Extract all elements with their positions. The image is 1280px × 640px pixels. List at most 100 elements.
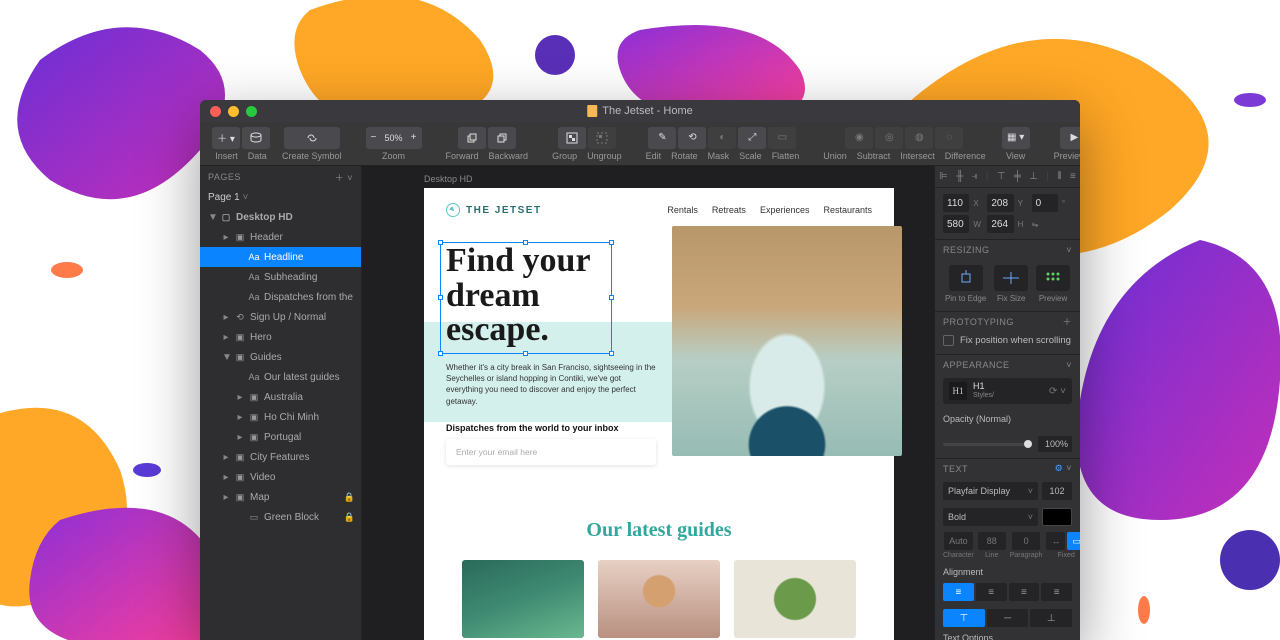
- layer-row[interactable]: ▸▣Map🔒: [200, 487, 361, 507]
- backward-button[interactable]: [488, 127, 516, 149]
- pin-to-edge-button[interactable]: [949, 265, 983, 291]
- zoom-control[interactable]: −50%+: [366, 127, 422, 149]
- titlebar[interactable]: The Jetset - Home: [200, 100, 1080, 122]
- flip-icon[interactable]: ⇋: [1032, 220, 1042, 229]
- pages-header: PAGES ＋ ˅: [200, 166, 361, 188]
- chevron-down-icon[interactable]: ˅: [1066, 245, 1072, 255]
- align-right-icon[interactable]: ⫣: [972, 171, 978, 182]
- align-left-button[interactable]: ≡: [943, 583, 974, 601]
- rect-icon: ▭: [248, 512, 260, 523]
- layer-row[interactable]: ▼▢Desktop HD: [200, 207, 361, 227]
- layer-label: Header: [250, 232, 283, 243]
- scale-button[interactable]: ⤢: [738, 127, 766, 149]
- artboard-icon: ▢: [220, 212, 232, 223]
- y-input[interactable]: [987, 194, 1013, 212]
- view-button[interactable]: ▦ ▾: [1002, 127, 1030, 149]
- folder-icon: ▣: [248, 392, 260, 403]
- preview-button[interactable]: ▶: [1060, 127, 1080, 149]
- rotation-input[interactable]: [1032, 194, 1058, 212]
- artboard-label[interactable]: Desktop HD: [424, 174, 473, 184]
- resize-preview-button[interactable]: [1036, 265, 1070, 291]
- artboard[interactable]: THE JETSET Rentals Retreats Experiences …: [424, 188, 894, 640]
- align-h-center-icon[interactable]: ╫: [956, 171, 963, 182]
- align-justify-button[interactable]: ≡: [1041, 583, 1072, 601]
- align-v-center-icon[interactable]: ╪: [1014, 171, 1021, 182]
- folder-icon: ▣: [234, 472, 246, 483]
- add-page-button[interactable]: ＋ ˅: [335, 171, 353, 184]
- group-button[interactable]: [558, 127, 586, 149]
- difference-button[interactable]: ◌: [935, 127, 963, 149]
- nav-link: Restaurants: [823, 205, 872, 215]
- font-picker[interactable]: Playfair Display˅: [943, 482, 1038, 500]
- subtract-button[interactable]: ◎: [875, 127, 903, 149]
- valign-middle-button[interactable]: ─: [987, 609, 1029, 627]
- auto-width-button[interactable]: ↔: [1046, 532, 1065, 550]
- gear-icon[interactable]: ⚙: [1055, 463, 1064, 473]
- fixed-width-button[interactable]: ▭: [1067, 532, 1080, 550]
- fix-size-button[interactable]: [994, 265, 1028, 291]
- layer-row[interactable]: AaOur latest guides: [200, 367, 361, 387]
- data-button[interactable]: [242, 127, 270, 149]
- x-input[interactable]: [943, 194, 969, 212]
- maximize-window-button[interactable]: [246, 106, 257, 117]
- insert-button[interactable]: ＋ ▾: [212, 127, 240, 149]
- union-button[interactable]: ◉: [845, 127, 873, 149]
- lock-icon[interactable]: 🔒: [340, 512, 355, 523]
- distribute-h-icon[interactable]: ⦀: [1057, 171, 1061, 182]
- edit-button[interactable]: ✎: [648, 127, 676, 149]
- valign-bottom-button[interactable]: ⊥: [1030, 609, 1072, 627]
- create-symbol-button[interactable]: [284, 127, 340, 149]
- layer-row[interactable]: AaSubheading: [200, 267, 361, 287]
- mask-button[interactable]: ◐: [708, 127, 736, 149]
- opacity-value[interactable]: 100%: [1038, 436, 1072, 452]
- align-left-icon[interactable]: ⊫: [939, 171, 948, 182]
- layer-row[interactable]: ▼▣Guides: [200, 347, 361, 367]
- layer-row[interactable]: ▸▣Portugal: [200, 427, 361, 447]
- align-top-icon[interactable]: ⊤: [997, 171, 1006, 182]
- character-spacing-input[interactable]: Auto: [944, 532, 973, 550]
- fix-position-checkbox[interactable]: [943, 335, 954, 346]
- paragraph-spacing-input[interactable]: 0: [1012, 532, 1040, 550]
- layer-row[interactable]: ▸▣Hero: [200, 327, 361, 347]
- shared-style-picker[interactable]: H1 H1Styles/ ⟳ ˅: [943, 378, 1072, 404]
- rotate-button[interactable]: ⟲: [678, 127, 706, 149]
- width-input[interactable]: [943, 215, 969, 233]
- font-weight-picker[interactable]: Bold˅: [943, 508, 1038, 526]
- layer-row[interactable]: ▭ Green Block 🔒: [200, 507, 361, 527]
- color-swatch[interactable]: [1042, 508, 1072, 526]
- layer-row[interactable]: AaHeadline: [200, 247, 361, 267]
- line-height-input[interactable]: 88: [978, 532, 1006, 550]
- selection-box[interactable]: [440, 242, 612, 354]
- intersect-button[interactable]: ◍: [905, 127, 933, 149]
- folder-icon: ▣: [234, 452, 246, 463]
- layer-row[interactable]: ▸▣Header: [200, 227, 361, 247]
- layer-row[interactable]: ▸▣Video: [200, 467, 361, 487]
- layer-row[interactable]: AaDispatches from the: [200, 287, 361, 307]
- align-center-button[interactable]: ≡: [976, 583, 1007, 601]
- add-prototype-icon[interactable]: ＋: [1062, 315, 1072, 328]
- height-input[interactable]: [987, 215, 1013, 233]
- layer-row[interactable]: ▸▣Australia: [200, 387, 361, 407]
- page-item[interactable]: Page 1 ˅: [200, 188, 361, 207]
- chevron-down-icon[interactable]: ˅: [1066, 360, 1072, 370]
- canvas[interactable]: Desktop HD THE JETSET Rentals Retreats E…: [362, 166, 934, 640]
- align-right-button[interactable]: ≡: [1009, 583, 1040, 601]
- valign-top-button[interactable]: ⊤: [943, 609, 985, 627]
- ungroup-button[interactable]: [588, 127, 616, 149]
- minimize-window-button[interactable]: [228, 106, 239, 117]
- font-size-input[interactable]: 102: [1042, 482, 1072, 500]
- layer-row[interactable]: ▸▣Ho Chi Minh: [200, 407, 361, 427]
- document-icon: [587, 105, 597, 117]
- layer-row[interactable]: ▸⟲Sign Up / Normal: [200, 307, 361, 327]
- align-bottom-icon[interactable]: ⊥: [1029, 171, 1038, 182]
- chevron-down-icon[interactable]: ˅: [1066, 463, 1072, 473]
- layer-row[interactable]: ▸▣City Features: [200, 447, 361, 467]
- flatten-button[interactable]: ▭: [768, 127, 796, 149]
- forward-button[interactable]: [458, 127, 486, 149]
- opacity-slider[interactable]: [943, 443, 1032, 446]
- layer-label: Headline: [264, 252, 303, 263]
- lock-icon[interactable]: 🔒: [340, 492, 355, 503]
- close-window-button[interactable]: [210, 106, 221, 117]
- distribute-v-icon[interactable]: ≡: [1070, 171, 1076, 182]
- layer-label: Green Block: [264, 512, 319, 523]
